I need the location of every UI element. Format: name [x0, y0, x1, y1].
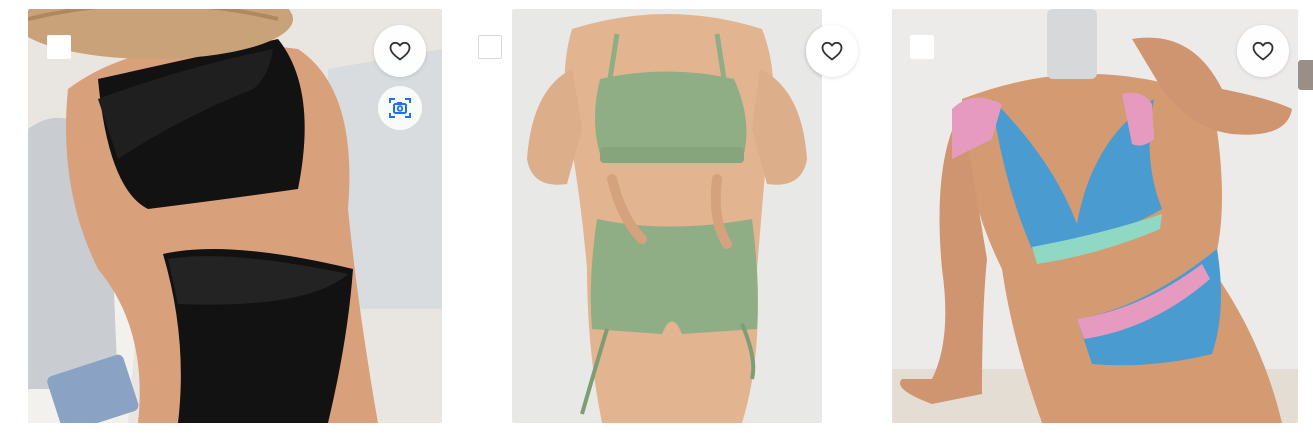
product-image[interactable]	[28, 9, 442, 423]
camera-scan-icon	[389, 98, 411, 118]
wishlist-button[interactable]	[1237, 25, 1289, 77]
product-card[interactable]	[28, 9, 442, 423]
product-card[interactable]	[892, 9, 1298, 423]
visual-search-button[interactable]	[378, 86, 422, 130]
wishlist-button[interactable]	[374, 25, 426, 77]
next-card-edge	[1298, 60, 1313, 90]
heart-outline-icon	[821, 41, 843, 61]
heart-outline-icon	[389, 41, 411, 61]
product-card[interactable]	[512, 9, 822, 423]
wishlist-button[interactable]	[806, 25, 858, 77]
product-image[interactable]	[512, 9, 822, 423]
product-image[interactable]	[892, 9, 1298, 423]
select-checkbox[interactable]	[910, 35, 934, 59]
select-checkbox[interactable]	[47, 35, 71, 59]
select-checkbox[interactable]	[478, 35, 502, 59]
heart-outline-icon	[1252, 41, 1274, 61]
